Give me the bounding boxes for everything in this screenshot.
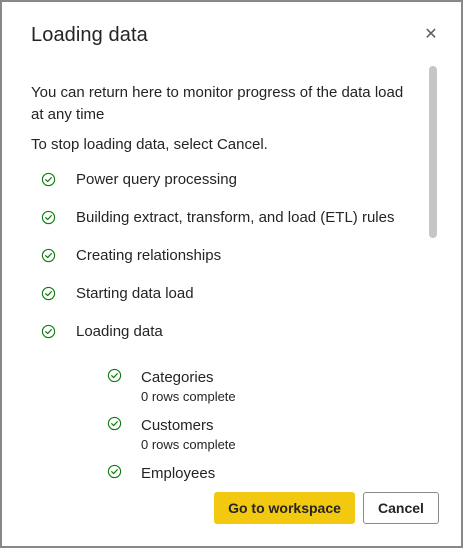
check-circle-icon	[41, 210, 56, 225]
table-status: 0 rows complete	[141, 389, 236, 404]
cancel-button[interactable]: Cancel	[363, 492, 439, 524]
check-circle-icon	[41, 248, 56, 263]
check-circle-icon	[41, 286, 56, 301]
check-circle-icon	[41, 324, 56, 339]
dialog-scroll-region[interactable]: You can return here to monitor progress …	[4, 66, 441, 484]
close-icon[interactable]: ✕	[422, 26, 440, 44]
step-label: Creating relationships	[76, 247, 222, 264]
scrollbar[interactable]	[429, 66, 437, 484]
table-name: Customers	[141, 417, 214, 434]
loading-data-dialog: Loading data ✕ You can return here to mo…	[0, 0, 463, 548]
check-circle-icon	[41, 172, 56, 187]
check-circle-icon	[107, 416, 122, 431]
step-label: Power query processing	[76, 171, 237, 188]
stop-instructions: To stop loading data, select Cancel.	[31, 136, 268, 153]
step-item: Building extract, transform, and load (E…	[31, 208, 416, 246]
step-label: Loading data	[76, 323, 163, 340]
step-item: Creating relationships	[31, 246, 416, 284]
table-name: Categories	[141, 369, 214, 386]
go-to-workspace-button[interactable]: Go to workspace	[214, 492, 355, 524]
dialog-content: You can return here to monitor progress …	[31, 82, 416, 484]
step-item: Starting data load	[31, 284, 416, 322]
steps-list: Power query processing Building extract,…	[31, 170, 416, 360]
intro-text: You can return here to monitor progress …	[31, 84, 404, 123]
table-progress-item: Customers 0 rows complete	[31, 416, 416, 464]
table-status: 0 rows complete	[141, 437, 236, 452]
table-name: Employees	[141, 465, 216, 482]
step-item: Power query processing	[31, 170, 416, 208]
scrollbar-thumb[interactable]	[429, 66, 437, 238]
check-circle-icon	[107, 368, 122, 383]
step-label: Starting data load	[76, 285, 194, 302]
dialog-title: Loading data	[31, 24, 148, 46]
step-item: Loading data	[31, 322, 416, 360]
table-progress-list: Categories 0 rows complete Customers 0 r…	[31, 368, 416, 484]
table-progress-item: Categories 0 rows complete	[31, 368, 416, 416]
check-circle-icon	[107, 464, 122, 479]
step-label: Building extract, transform, and load (E…	[76, 209, 395, 226]
table-progress-item: Employees	[31, 464, 416, 484]
